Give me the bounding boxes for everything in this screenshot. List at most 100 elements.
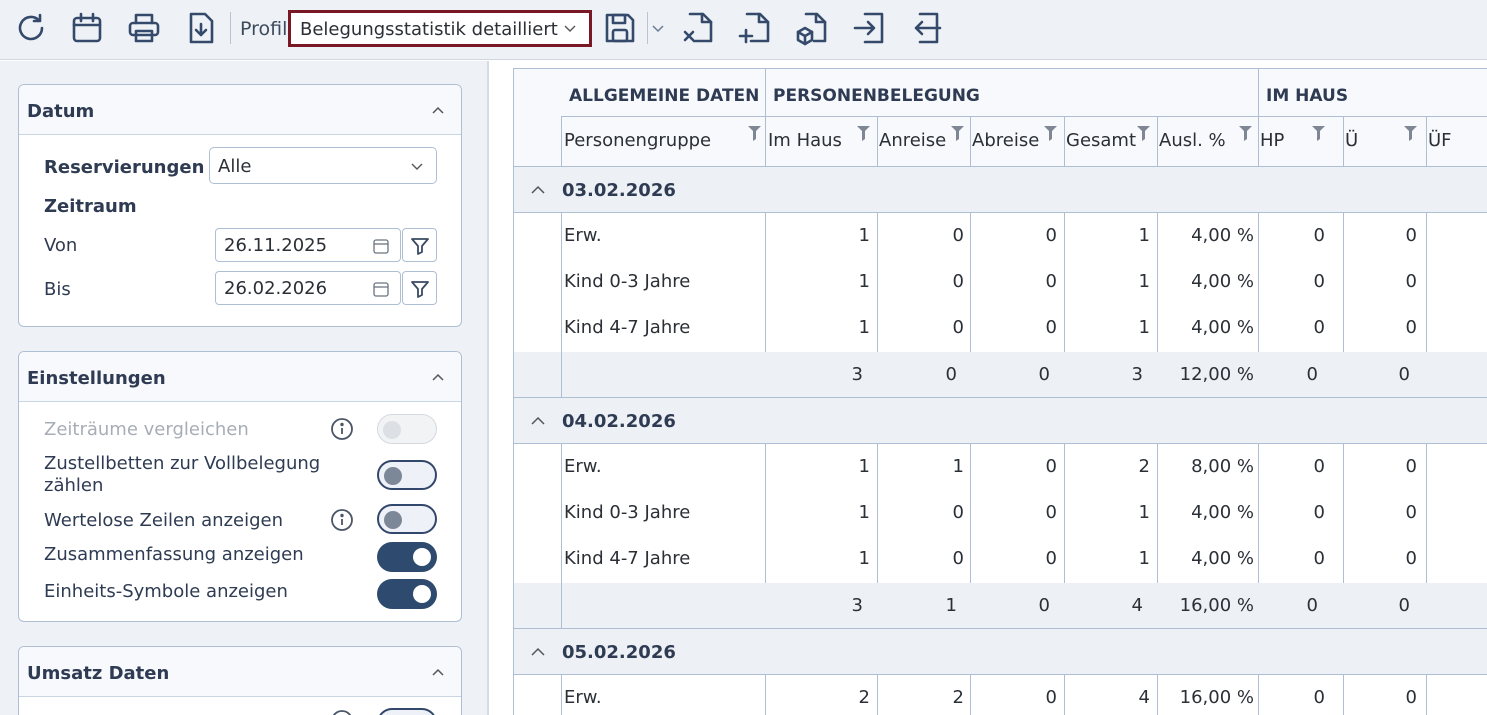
column-filter-icon[interactable] (1137, 126, 1150, 142)
panel-divider[interactable] (487, 61, 489, 715)
datum-card: Datum Reservierungen : Alle Zeitraum Von… (18, 84, 462, 327)
value-cell: 1 (858, 225, 870, 246)
export-icon[interactable] (908, 10, 944, 46)
save-dropdown-chevron-icon[interactable] (650, 20, 666, 36)
add-file-icon[interactable] (737, 10, 773, 46)
value-cell: 0 (1313, 502, 1325, 523)
info-icon[interactable] (330, 508, 354, 532)
value-cell: 0 (1313, 548, 1325, 569)
value-cell: 1 (1138, 502, 1150, 523)
value-cell: 4,00 % (1191, 502, 1254, 523)
chevron-up-icon[interactable] (530, 182, 546, 198)
profile-select-value: Belegungsstatistik detailliert (300, 19, 558, 40)
bis-filter-button[interactable] (402, 271, 437, 305)
umsatz-title: Umsatz Daten (27, 663, 170, 684)
column-filter-icon[interactable] (1404, 126, 1417, 142)
value-cell: 0 (1045, 687, 1057, 708)
chevron-up-icon[interactable] (431, 665, 445, 679)
column-header[interactable]: Anreise (879, 130, 946, 151)
person-group-cell: Kind 0-3 Jahre (564, 502, 691, 523)
package-file-icon[interactable] (794, 10, 830, 46)
chevron-up-icon[interactable] (530, 413, 546, 429)
umsatz-card-header[interactable]: Umsatz Daten (19, 647, 461, 697)
column-filter-icon[interactable] (951, 126, 964, 142)
toggle-zeitraeume-vergleichen[interactable] (377, 414, 437, 444)
download-icon[interactable] (183, 10, 219, 46)
toggle-zustellbetten[interactable] (377, 460, 437, 490)
value-cell: 0 (1313, 456, 1325, 477)
column-filter-icon[interactable] (1312, 126, 1325, 142)
column-header[interactable]: Ausl. % (1159, 130, 1226, 151)
profile-select[interactable]: Belegungsstatistik detailliert (288, 10, 592, 47)
summary-value-cell: 0 (1398, 364, 1410, 385)
toggle-umsatz-partial[interactable] (377, 708, 437, 715)
von-date-input[interactable]: 26.11.2025 (215, 228, 401, 262)
value-cell: 0 (1405, 225, 1417, 246)
value-cell: 0 (1045, 456, 1057, 477)
column-header[interactable]: Personengruppe (564, 130, 711, 151)
chevron-up-icon[interactable] (530, 644, 546, 660)
column-header[interactable]: Ü (1345, 130, 1358, 151)
setting-label-zeitraeume: Zeiträume vergleichen (44, 419, 249, 440)
column-filter-icon[interactable] (857, 126, 870, 142)
statistics-table: ALLGEMEINE DATEN PERSONENBELEGUNG IM HAU… (513, 68, 1487, 715)
summary-value-cell: 3 (851, 364, 863, 385)
import-icon[interactable] (851, 10, 887, 46)
value-cell: 0 (1045, 271, 1057, 292)
calendar-icon[interactable] (372, 237, 390, 255)
group-date: 05.02.2026 (562, 642, 676, 663)
value-cell: 2 (952, 687, 964, 708)
einstellungen-card: Einstellungen Zeiträume vergleichen Zust… (18, 351, 462, 622)
summary-value-cell: 0 (1038, 595, 1050, 616)
export-x-icon[interactable] (680, 10, 716, 46)
chevron-up-icon[interactable] (431, 103, 445, 117)
column-filter-icon[interactable] (1044, 126, 1057, 142)
summary-value-cell: 3 (851, 595, 863, 616)
summary-value-cell: 12,00 % (1179, 364, 1254, 385)
datum-card-header[interactable]: Datum (19, 85, 461, 135)
von-label: Von (44, 235, 78, 256)
value-cell: 0 (952, 271, 964, 292)
reservierungen-label: Reservierungen : (44, 157, 218, 178)
value-cell: 0 (1313, 317, 1325, 338)
column-filter-icon[interactable] (1239, 126, 1252, 142)
toggle-einheits-symbole[interactable] (377, 579, 437, 609)
value-cell: 2 (1138, 456, 1150, 477)
toggle-wertelose-zeilen[interactable] (377, 504, 437, 534)
calendar-icon[interactable] (69, 10, 105, 46)
print-icon[interactable] (126, 10, 162, 46)
value-cell: 1 (858, 317, 870, 338)
value-cell: 1 (1138, 548, 1150, 569)
chevron-up-icon[interactable] (431, 370, 445, 384)
umsatz-card: Umsatz Daten (18, 646, 462, 715)
einstellungen-card-header[interactable]: Einstellungen (19, 352, 461, 402)
column-header[interactable]: ÜF (1428, 130, 1452, 151)
value-cell: 8,00 % (1191, 456, 1254, 477)
setting-label-zustellbetten: Zustellbetten zur Vollbelegung zählen (44, 453, 321, 496)
save-icon[interactable] (602, 10, 638, 46)
refresh-icon[interactable] (13, 10, 49, 46)
value-cell: 4,00 % (1191, 317, 1254, 338)
column-header[interactable]: Abreise (972, 130, 1039, 151)
info-icon[interactable] (330, 417, 354, 441)
value-cell: 0 (1045, 225, 1057, 246)
column-header[interactable]: Im Haus (768, 130, 842, 151)
toggle-zusammenfassung[interactable] (377, 542, 437, 572)
summary-value-cell: 0 (1306, 595, 1318, 616)
value-cell: 0 (1405, 317, 1417, 338)
datum-title: Datum (27, 101, 95, 122)
column-filter-icon[interactable] (748, 126, 761, 142)
bis-date-input[interactable]: 26.02.2026 (215, 271, 401, 305)
calendar-icon[interactable] (372, 280, 390, 298)
reservierungen-select[interactable]: Alle (209, 147, 437, 184)
column-header[interactable]: HP (1260, 130, 1284, 151)
von-filter-button[interactable] (402, 228, 437, 262)
column-header[interactable]: Gesamt (1066, 130, 1136, 151)
group-header-allgemeine-daten: ALLGEMEINE DATEN (569, 86, 760, 106)
app-window: Profil Belegungsstatistik detailliert Da… (0, 0, 1487, 715)
info-icon[interactable] (330, 709, 354, 715)
person-group-cell: Kind 4-7 Jahre (564, 548, 691, 569)
summary-value-cell: 3 (1131, 364, 1143, 385)
value-cell: 0 (1045, 317, 1057, 338)
value-cell: 0 (952, 548, 964, 569)
